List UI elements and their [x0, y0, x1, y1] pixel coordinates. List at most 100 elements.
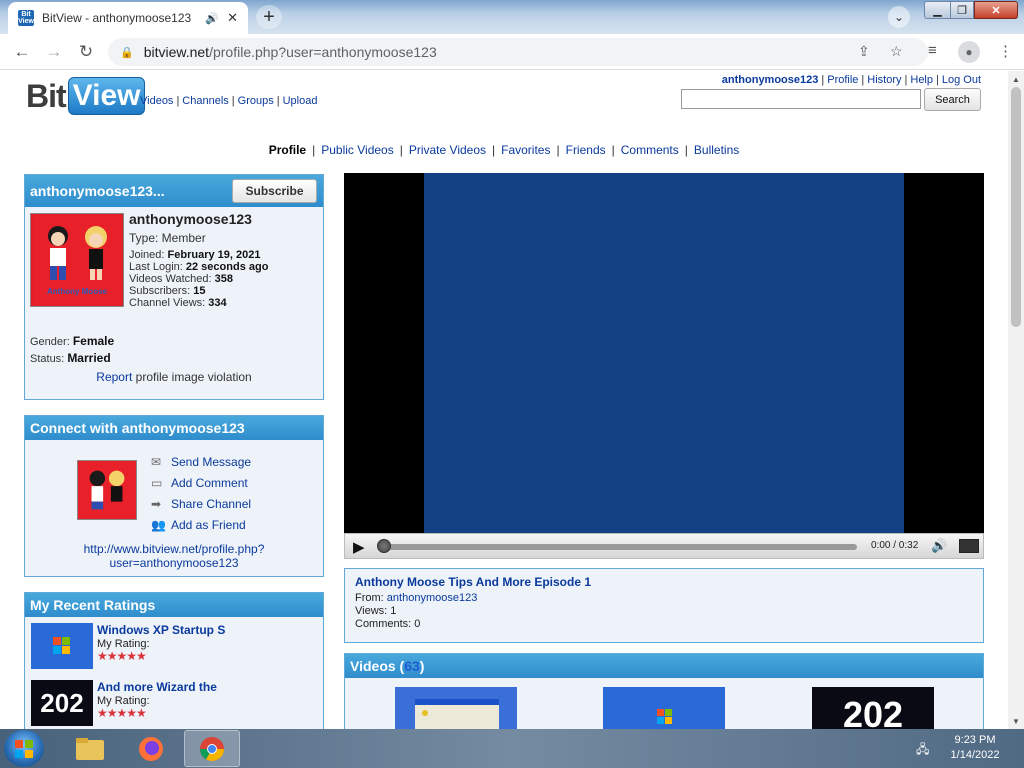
subscribe-button[interactable]: Subscribe	[232, 179, 317, 203]
video-screen[interactable]	[424, 173, 904, 533]
connect-box-header: Connect with anthonymoose123	[25, 416, 323, 440]
video-thumbnail[interactable]	[603, 687, 725, 729]
forward-button[interactable]: →	[42, 40, 66, 64]
bookmark-star-icon[interactable]: ☆	[890, 43, 903, 60]
search-input[interactable]	[681, 89, 921, 109]
audio-playing-icon[interactable]: 🔊	[205, 12, 219, 25]
tab-comments[interactable]: Comments	[621, 143, 679, 157]
channel-url-line1[interactable]: http://www.bitview.net/profile.php?	[84, 542, 265, 556]
nav-groups[interactable]: Groups	[238, 95, 274, 107]
lock-icon[interactable]: 🔒	[120, 46, 134, 59]
bitview-logo[interactable]: Bit View	[26, 77, 146, 115]
clock-time: 9:23 PM	[954, 734, 996, 746]
media-control-icon[interactable]: ≡	[928, 42, 937, 59]
reload-button[interactable]: ↻	[74, 40, 98, 64]
video-from: From: anthonymoose123	[355, 592, 478, 604]
video-title[interactable]: Anthony Moose Tips And More Episode 1	[355, 575, 591, 589]
tab-favorites[interactable]: Favorites	[501, 143, 550, 157]
share-channel-link[interactable]: Share Channel	[171, 494, 251, 515]
add-friend-link[interactable]: Add as Friend	[171, 515, 246, 536]
maximize-button[interactable]: ❐	[950, 1, 974, 19]
rating-thumbnail-xp[interactable]	[31, 623, 93, 669]
video-author-link[interactable]: anthonymoose123	[387, 592, 478, 604]
profile-avatar-icon[interactable]: ●	[958, 41, 980, 63]
taskbar-explorer[interactable]	[62, 730, 118, 767]
logo-bit-text: Bit	[26, 77, 67, 114]
fullscreen-icon[interactable]	[959, 539, 979, 553]
video-thumbnail[interactable]	[395, 687, 517, 729]
rating-title[interactable]: Windows XP Startup S	[97, 623, 225, 637]
videos-box-header: Videos (63)	[345, 654, 983, 678]
rating-stars: ★★★★★	[97, 706, 147, 720]
windows-xp-thumbnail-icon	[31, 623, 93, 669]
scrollbar-thumb[interactable]	[1011, 87, 1021, 327]
close-window-button[interactable]: ✕	[974, 1, 1018, 19]
profile-image[interactable]: Anthony Moose	[30, 213, 124, 307]
address-bar[interactable]: 🔒 bitview.net/profile.php?user=anthonymo…	[108, 38, 928, 66]
rating-thumbnail-2022[interactable]: 202	[31, 680, 93, 726]
rating-title[interactable]: And more Wizard the	[97, 680, 217, 694]
nav-channels[interactable]: Channels	[182, 95, 228, 107]
minimize-button[interactable]: ▁	[924, 1, 950, 19]
user-nav-help[interactable]: Help	[910, 74, 933, 86]
tab-profile[interactable]: Profile	[269, 143, 306, 157]
back-button[interactable]: ←	[10, 40, 34, 64]
taskbar-chrome[interactable]	[184, 730, 240, 767]
user-nav-history[interactable]: History	[867, 74, 901, 86]
user-nav-logout[interactable]: Log Out	[942, 74, 981, 86]
clock-date: 1/14/2022	[950, 749, 1000, 761]
tab-search-button[interactable]: ⌄	[888, 6, 910, 28]
share-icon[interactable]: ⇪	[858, 43, 870, 60]
channel-url-line2[interactable]: user=anthonymoose123	[109, 556, 238, 570]
taskbar-firefox[interactable]	[123, 730, 179, 767]
chrome-icon	[200, 736, 224, 761]
year-2022-thumbnail-icon: 202	[31, 680, 93, 726]
search-button[interactable]: Search	[924, 88, 981, 111]
user-nav-profile[interactable]: Profile	[827, 74, 858, 86]
menu-kebab-icon[interactable]: ⋮	[998, 42, 1013, 60]
scroll-up-icon[interactable]: ▲	[1008, 71, 1024, 87]
svg-text:202: 202	[843, 694, 903, 729]
profile-type: Type: Member	[129, 231, 206, 245]
tab-public-videos[interactable]: Public Videos	[321, 143, 394, 157]
browser-tab[interactable]: Bit View BitView - anthonymoose123 🔊 ✕	[8, 2, 248, 34]
tab-bulletins[interactable]: Bulletins	[694, 143, 739, 157]
videos-count[interactable]: 63	[404, 658, 420, 674]
videos-box: Videos (63) 202	[344, 653, 984, 729]
add-friend-icon: 👥	[151, 518, 166, 532]
user-nav-username[interactable]: anthonymoose123	[722, 74, 819, 86]
network-icon[interactable]: 🖧	[916, 740, 929, 761]
channel-url[interactable]: http://www.bitview.net/profile.php? user…	[25, 542, 323, 570]
volume-icon[interactable]: 🔊	[931, 538, 947, 554]
player-controls: ▶ 0:00 / 0:32 🔊	[344, 533, 984, 559]
close-tab-icon[interactable]: ✕	[227, 10, 238, 26]
taskbar-clock[interactable]: 9:23 PM 1/14/2022	[940, 733, 1010, 763]
url-host: bitview.net	[143, 44, 210, 60]
add-comment-link[interactable]: Add Comment	[171, 473, 248, 494]
video-thumbnail[interactable]: 202	[812, 687, 934, 729]
windows-taskbar: 🖧 9:23 PM 1/14/2022	[0, 729, 1024, 768]
scroll-down-icon[interactable]: ▼	[1008, 713, 1024, 729]
year-2022-video-thumbnail-icon: 202	[812, 687, 934, 729]
nav-videos[interactable]: Videos	[140, 95, 173, 107]
tab-friends[interactable]: Friends	[566, 143, 606, 157]
seek-handle[interactable]	[377, 539, 391, 553]
new-tab-button[interactable]: +	[256, 5, 282, 29]
logo-view-text: View	[67, 77, 146, 115]
windows-logo-icon	[15, 739, 33, 758]
profile-joined: Joined: February 19, 2021	[129, 249, 261, 261]
tab-private-videos[interactable]: Private Videos	[409, 143, 486, 157]
page-content: Bit View Videos | Channels | Groups | Upload an…	[0, 71, 1008, 729]
send-message-link[interactable]: Send Message	[171, 452, 251, 473]
video-player[interactable]	[344, 173, 984, 533]
seek-bar[interactable]	[379, 544, 857, 550]
report-link[interactable]: Report	[96, 370, 132, 384]
nav-upload[interactable]: Upload	[283, 95, 318, 107]
video-comments: Comments: 0	[355, 618, 421, 630]
page-scrollbar[interactable]: ▲ ▼	[1008, 71, 1024, 729]
characters-thumbnail-icon	[78, 461, 136, 519]
rating-stars: ★★★★★	[97, 649, 147, 663]
connect-profile-thumbnail[interactable]	[77, 460, 137, 520]
play-icon[interactable]: ▶	[353, 538, 365, 556]
start-button[interactable]	[4, 730, 44, 767]
